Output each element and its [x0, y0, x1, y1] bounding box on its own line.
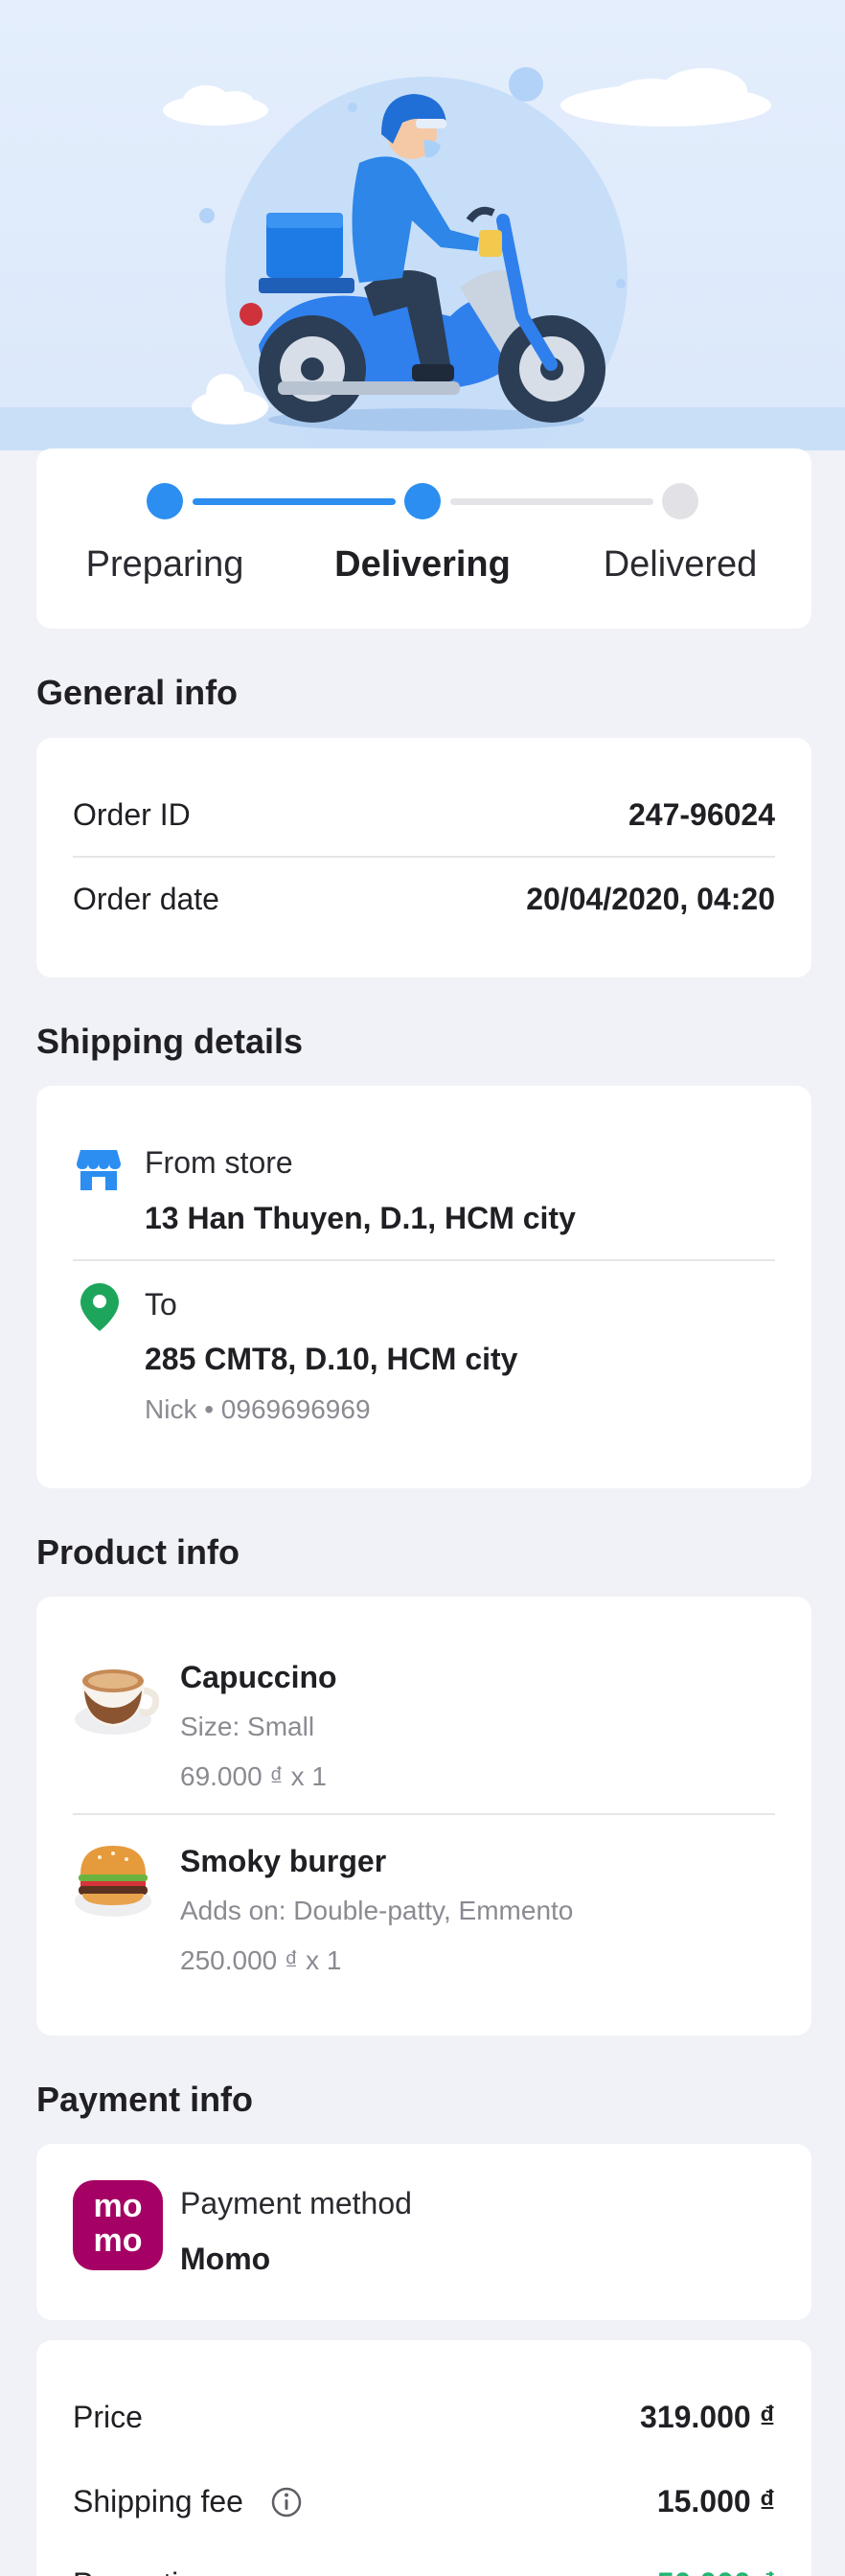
delivery-hero-illustration	[0, 0, 845, 450]
product-info-card: Capuccino Size: Small 69.000 ₫ x 1 Smoky…	[36, 1597, 811, 2036]
info-icon[interactable]	[270, 2486, 303, 2518]
product-price-qty: 69.000 ₫ x 1	[180, 1761, 327, 1791]
divider	[73, 1259, 775, 1261]
product-name: Capuccino	[180, 1660, 337, 1694]
promotion-value: -50.000 ₫	[647, 2566, 775, 2576]
product-option: Adds on: Double-patty, Emmento	[180, 1896, 574, 1925]
shipping-details-card: From store 13 Han Thuyen, D.1, HCM city …	[36, 1086, 811, 1488]
store-icon	[77, 1150, 121, 1190]
momo-logo-text: mo	[93, 2188, 143, 2224]
price-value: 319.000 ₫	[640, 2400, 775, 2434]
from-store-label: From store	[145, 1145, 293, 1180]
coffee-cup-icon	[75, 1669, 159, 1735]
product-info-title: Product info	[36, 1532, 240, 1572]
price-label: Price	[73, 2400, 143, 2434]
step-dot-delivered	[662, 483, 698, 519]
payment-method-label: Payment method	[180, 2186, 412, 2220]
to-address: 285 CMT8, D.10, HCM city	[145, 1342, 518, 1376]
location-pin-icon	[80, 1283, 119, 1331]
to-label: To	[145, 1287, 177, 1322]
payment-info-title: Payment info	[36, 2080, 254, 2119]
shipping-fee-label: Shipping fee	[73, 2484, 243, 2518]
progress-bar-1	[193, 498, 396, 505]
burger-icon	[75, 1846, 151, 1917]
step-label-delivered: Delivered	[603, 544, 758, 585]
price-summary-card: Price 319.000 ₫ Shipping fee 15.000 ₫ Pr…	[36, 2340, 811, 2576]
divider	[73, 856, 775, 858]
general-info-card: Order ID 247-96024 Order date 20/04/2020…	[36, 738, 811, 978]
progress-bar-2	[450, 498, 653, 505]
order-id-label: Order ID	[73, 797, 191, 832]
product-option: Size: Small	[180, 1712, 315, 1741]
momo-logo-icon: mo mo	[73, 2180, 163, 2270]
shipping-fee-value: 15.000 ₫	[656, 2484, 775, 2518]
delivery-scooter-illustration	[163, 67, 771, 450]
step-label-preparing: Preparing	[85, 544, 244, 585]
product-price-qty: 250.000 ₫ x 1	[180, 1945, 342, 1975]
step-dot-delivering	[404, 483, 441, 519]
order-id-value: 247-96024	[628, 797, 775, 832]
product-name: Smoky burger	[180, 1844, 387, 1878]
general-info-title: General info	[36, 673, 239, 712]
payment-method-value: Momo	[180, 2242, 271, 2276]
order-date-label: Order date	[73, 882, 219, 916]
step-dot-preparing	[147, 483, 183, 519]
promotion-label: Promotion	[73, 2566, 213, 2576]
payment-method-card[interactable]: mo mo Payment method Momo	[36, 2144, 811, 2320]
divider	[73, 1813, 775, 1815]
from-store-address: 13 Han Thuyen, D.1, HCM city	[145, 1201, 576, 1235]
shipping-details-title: Shipping details	[36, 1022, 304, 1061]
order-status-tracker: Preparing Delivering Delivered	[36, 448, 811, 629]
order-date-value: 20/04/2020, 04:20	[526, 882, 775, 916]
step-label-delivering: Delivering	[334, 544, 511, 585]
momo-logo-text: mo	[93, 2222, 143, 2259]
recipient-info: Nick • 0969696969	[145, 1394, 371, 1424]
